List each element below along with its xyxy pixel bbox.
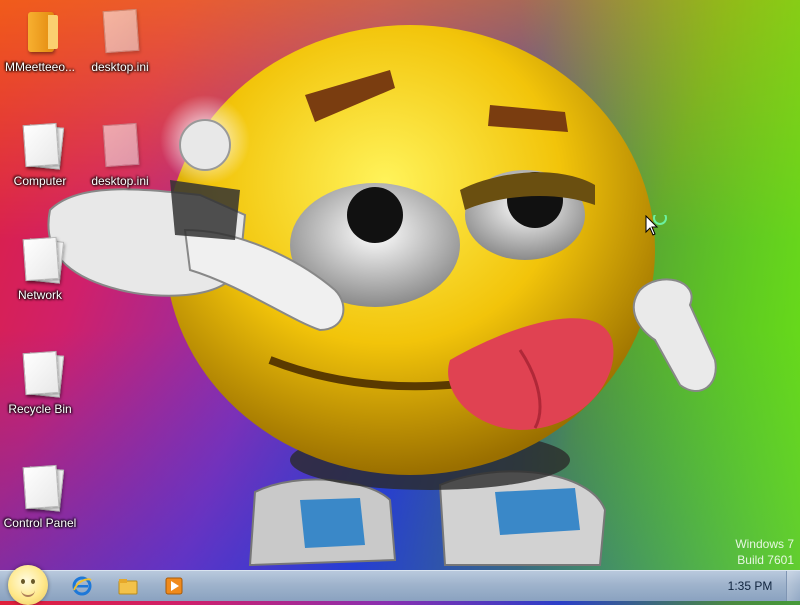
desktop-icon-control-panel[interactable]: Control Panel <box>0 464 80 530</box>
desktop-icon-computer[interactable]: Computer <box>0 122 80 188</box>
taskbar: 1:35 PM <box>0 565 800 605</box>
desktop-icon-folder[interactable]: MMeetteeo... <box>0 8 80 74</box>
desktop-icon-label: Network <box>17 288 62 302</box>
show-desktop-button[interactable] <box>786 571 800 601</box>
mouse-cursor-icon <box>645 215 667 236</box>
internet-explorer-icon[interactable] <box>70 575 94 597</box>
desktop-icon-desktop-ini-2[interactable]: desktop.ini <box>80 122 160 188</box>
windows-explorer-icon[interactable] <box>116 575 140 597</box>
watermark-line: Build 7601 <box>737 553 794 567</box>
desktop-icon-label: Control Panel <box>3 516 77 530</box>
start-orb-icon[interactable] <box>8 565 48 605</box>
desktop-icon-label: Recycle Bin <box>8 402 72 416</box>
desktop-icon-desktop-ini[interactable]: desktop.ini <box>80 8 160 74</box>
desktop-icon-label: desktop.ini <box>91 60 149 74</box>
watermark-line: Windows 7 <box>735 537 794 551</box>
media-player-icon[interactable] <box>162 575 186 597</box>
wallpaper-smiley-image <box>47 25 717 567</box>
document-icon <box>18 122 65 170</box>
document-icon <box>98 8 142 54</box>
desktop-icon-label: Computer <box>13 174 67 188</box>
desktop-icon-label: MMeetteeo... <box>4 60 76 74</box>
document-icon <box>18 464 65 512</box>
document-icon <box>18 350 65 398</box>
desktop-icon-label: desktop.ini <box>91 174 149 188</box>
desktop-icon-recycle-bin[interactable]: Recycle Bin <box>0 350 80 416</box>
document-icon <box>18 236 65 284</box>
document-icon <box>98 122 142 168</box>
folder-icon <box>18 8 62 54</box>
taskbar-clock[interactable]: 1:35 PM <box>718 571 782 601</box>
windows-build-watermark: Windows 7 Build 7601 <box>735 536 794 568</box>
desktop-icon-network[interactable]: Network <box>0 236 80 302</box>
